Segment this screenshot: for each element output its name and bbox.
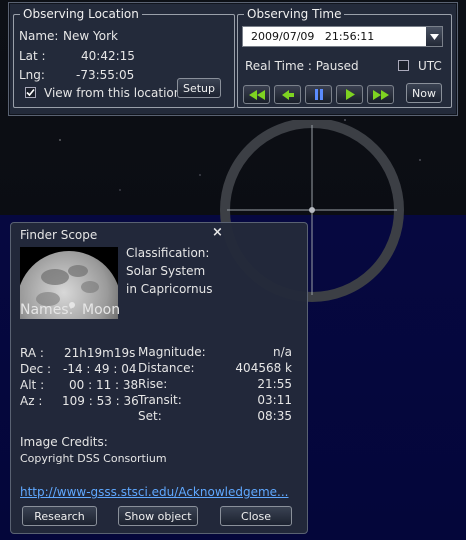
lat-value: 40:42:15 <box>81 49 135 63</box>
observing-location-legend: Observing Location <box>20 7 142 21</box>
dec-value: -14 : 49 : 04 <box>63 362 137 376</box>
name-label: Name: <box>19 29 59 43</box>
lat-label: Lat : <box>19 49 46 63</box>
utc-label: UTC <box>418 59 442 73</box>
alt-value: 00 : 11 : 38 <box>69 378 139 392</box>
view-from-location-checkbox[interactable] <box>25 87 36 98</box>
distance-value: 404568 k <box>235 361 292 375</box>
transit-label: Transit: <box>138 393 182 407</box>
dropdown-arrow-button[interactable] <box>426 27 442 46</box>
control-panel: Observing Location Name: New York Lat : … <box>8 2 458 116</box>
rise-value: 21:55 <box>257 377 292 391</box>
ra-label: RA : <box>20 346 44 360</box>
observing-time-legend: Observing Time <box>244 7 345 21</box>
lng-label: Lng: <box>19 68 45 82</box>
set-value: 08:35 <box>257 409 292 423</box>
lng-value: -73:55:05 <box>76 68 135 82</box>
show-object-button[interactable]: Show object <box>118 506 198 526</box>
rewind-button[interactable] <box>274 85 301 104</box>
checkmark-icon <box>26 88 35 97</box>
ra-value: 21h19m19s <box>64 346 136 360</box>
fast-forward-button[interactable] <box>367 85 394 104</box>
close-button[interactable]: Close <box>220 506 292 526</box>
view-from-location-label[interactable]: View from this location <box>44 86 181 100</box>
pause-button[interactable] <box>305 85 332 104</box>
datetime-dropdown[interactable]: 2009/07/09 21:56:11 <box>242 26 443 47</box>
rise-label: Rise: <box>138 377 168 391</box>
acknowledgement-link[interactable]: http://www-gsss.stsci.edu/Acknowledgeme.… <box>20 485 288 499</box>
research-button[interactable]: Research <box>22 506 97 526</box>
magnitude-value: n/a <box>272 345 292 359</box>
classification-value: Solar System <box>126 264 206 278</box>
alt-label: Alt : <box>20 378 45 392</box>
classification-label: Classification: <box>126 246 210 260</box>
rewind-icon <box>281 89 294 100</box>
names-value: Moon <box>82 302 121 318</box>
real-time-status: Real Time : Paused <box>245 59 359 73</box>
play-icon <box>345 89 355 100</box>
az-value: 109 : 53 : 36 <box>62 394 139 408</box>
finder-scope-dialog: Finder Scope × Classification: Solar Sys… <box>10 222 308 534</box>
az-label: Az : <box>20 394 43 408</box>
close-icon[interactable]: × <box>212 226 223 240</box>
finder-scope-title: Finder Scope <box>20 228 98 242</box>
setup-button[interactable]: Setup <box>177 78 221 98</box>
utc-checkbox[interactable] <box>398 60 409 71</box>
observing-location-group: Observing Location Name: New York Lat : … <box>13 7 235 108</box>
magnitude-label: Magnitude: <box>138 345 206 359</box>
dec-label: Dec : <box>20 362 52 376</box>
constellation-value: in Capricornus <box>126 282 213 296</box>
datetime-value: 2009/07/09 21:56:11 <box>251 30 375 43</box>
name-value: New York <box>63 29 118 43</box>
names-label: Names: <box>20 302 74 318</box>
image-credits-label: Image Credits: <box>20 435 108 449</box>
fast-rewind-button[interactable] <box>243 85 270 104</box>
fast-forward-icon <box>372 89 389 100</box>
pause-icon <box>314 89 323 100</box>
chevron-down-icon <box>429 33 439 40</box>
now-button[interactable]: Now <box>406 83 442 103</box>
transit-value: 03:11 <box>257 393 292 407</box>
fast-rewind-icon <box>248 89 265 100</box>
play-button[interactable] <box>336 85 363 104</box>
set-label: Set: <box>138 409 162 423</box>
distance-label: Distance: <box>138 361 195 375</box>
image-credits-value: Copyright DSS Consortium <box>20 452 167 465</box>
